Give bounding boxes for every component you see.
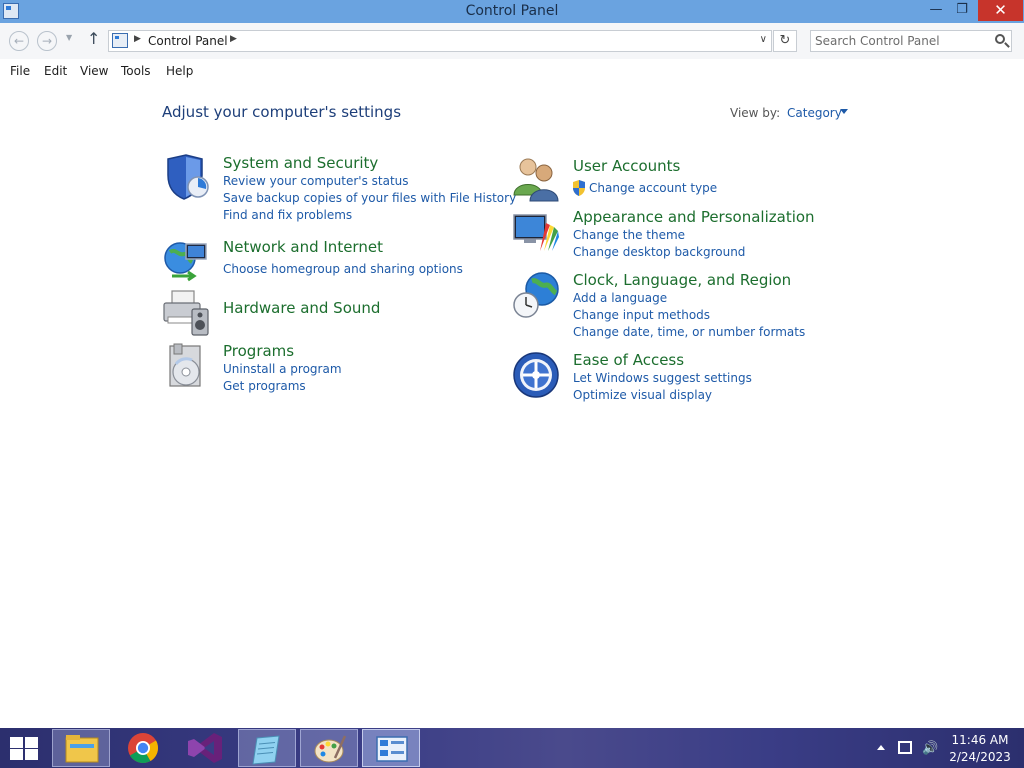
programs-disc-icon[interactable] [162, 342, 210, 390]
monitor-palette-icon[interactable] [512, 209, 560, 257]
taskbar [0, 728, 1024, 768]
search-box[interactable] [810, 30, 1012, 52]
clock-date[interactable]: 2/24/2023 [940, 750, 1020, 764]
link-review-status[interactable]: Review your computer's status [223, 174, 409, 188]
page-title: Adjust your computer's settings [162, 103, 402, 121]
view-by-dropdown[interactable]: Category [787, 106, 842, 120]
breadcrumb-control-panel[interactable]: Control Panel [148, 34, 228, 48]
link-optimize-visual-display[interactable]: Optimize visual display [573, 388, 712, 402]
close-button[interactable]: ✕ [978, 0, 1023, 21]
category-title-network-internet[interactable]: Network and Internet [223, 238, 383, 256]
windows-start-icon[interactable] [9, 736, 39, 760]
view-by-chevron-icon[interactable] [840, 109, 848, 114]
taskbar-notepad[interactable] [238, 729, 296, 767]
chrome-icon [128, 733, 158, 764]
search-icon[interactable] [995, 34, 1005, 44]
shield-icon[interactable] [162, 153, 210, 201]
taskbar-control-panel[interactable] [362, 729, 420, 767]
search-input[interactable] [815, 33, 985, 49]
view-by-label: View by: [730, 106, 781, 120]
volume-icon[interactable]: 🔊 [922, 741, 938, 756]
clock-globe-icon[interactable] [512, 271, 560, 319]
link-file-history[interactable]: Save backup copies of your files with Fi… [223, 191, 516, 205]
refresh-button[interactable]: ↻ [773, 30, 797, 52]
visual-studio-icon [188, 733, 222, 763]
address-bar[interactable]: ▶ Control Panel ▶ ∨ [108, 30, 772, 52]
link-change-input-methods[interactable]: Change input methods [573, 308, 710, 322]
clock-time[interactable]: 11:46 AM [940, 733, 1020, 747]
category-title-appearance[interactable]: Appearance and Personalization [573, 208, 815, 226]
category-title-programs[interactable]: Programs [223, 342, 294, 360]
menu-tools[interactable]: Tools [121, 64, 151, 78]
file-explorer-icon [65, 735, 99, 763]
show-hidden-icons-chevron-icon[interactable] [877, 745, 885, 750]
menu-view[interactable]: View [80, 64, 108, 78]
link-change-theme[interactable]: Change the theme [573, 228, 685, 242]
navigation-bar: ← → ▼ ↑ ▶ Control Panel ▶ ∨ ↻ [0, 23, 1024, 59]
taskbar-visual-studio[interactable] [176, 729, 234, 767]
link-windows-suggest-settings[interactable]: Let Windows suggest settings [573, 371, 752, 385]
ease-of-access-icon[interactable] [512, 351, 560, 399]
uac-shield-icon [573, 180, 585, 196]
menu-help[interactable]: Help [166, 64, 193, 78]
breadcrumb-separator-icon[interactable]: ▶ [230, 34, 237, 44]
address-dropdown-chevron-icon[interactable]: ∨ [760, 34, 767, 45]
menu-edit[interactable]: Edit [44, 64, 67, 78]
control-panel-icon [376, 736, 408, 762]
link-change-account-type[interactable]: Change account type [589, 181, 717, 195]
paint-icon [314, 735, 347, 763]
control-panel-icon [112, 33, 128, 48]
back-button[interactable]: ← [9, 31, 29, 51]
recent-locations-chevron-icon[interactable]: ▼ [66, 33, 72, 42]
taskbar-chrome[interactable] [114, 729, 172, 767]
category-title-ease-of-access[interactable]: Ease of Access [573, 351, 684, 369]
network-tray-icon[interactable] [898, 741, 912, 754]
taskbar-paint[interactable] [300, 729, 358, 767]
category-title-hardware-sound[interactable]: Hardware and Sound [223, 299, 380, 317]
link-add-language[interactable]: Add a language [573, 291, 667, 305]
up-arrow-icon[interactable]: ↑ [87, 29, 100, 48]
category-title-user-accounts[interactable]: User Accounts [573, 157, 680, 175]
maximize-button[interactable]: ❐ [950, 0, 974, 21]
network-globe-icon[interactable] [162, 236, 210, 284]
printer-speaker-icon[interactable] [162, 289, 210, 337]
users-icon[interactable] [512, 155, 560, 203]
link-homegroup-sharing[interactable]: Choose homegroup and sharing options [223, 262, 463, 276]
forward-button[interactable]: → [37, 31, 57, 51]
menu-bar: File Edit View Tools Help [0, 59, 1024, 83]
link-uninstall-program[interactable]: Uninstall a program [223, 362, 342, 376]
link-find-fix-problems[interactable]: Find and fix problems [223, 208, 352, 222]
menu-file[interactable]: File [10, 64, 30, 78]
link-desktop-background[interactable]: Change desktop background [573, 245, 745, 259]
window-title: Control Panel [465, 3, 559, 19]
notepad-icon [252, 735, 280, 765]
category-title-clock-language[interactable]: Clock, Language, and Region [573, 271, 791, 289]
link-get-programs[interactable]: Get programs [223, 379, 306, 393]
breadcrumb-separator-icon[interactable]: ▶ [134, 34, 141, 44]
minimize-button[interactable]: — [922, 0, 950, 21]
taskbar-file-explorer[interactable] [52, 729, 110, 767]
link-date-time-formats[interactable]: Change date, time, or number formats [573, 325, 805, 339]
category-title-system-security[interactable]: System and Security [223, 154, 378, 172]
title-bar: Control Panel — ❐ ✕ [0, 0, 1024, 23]
